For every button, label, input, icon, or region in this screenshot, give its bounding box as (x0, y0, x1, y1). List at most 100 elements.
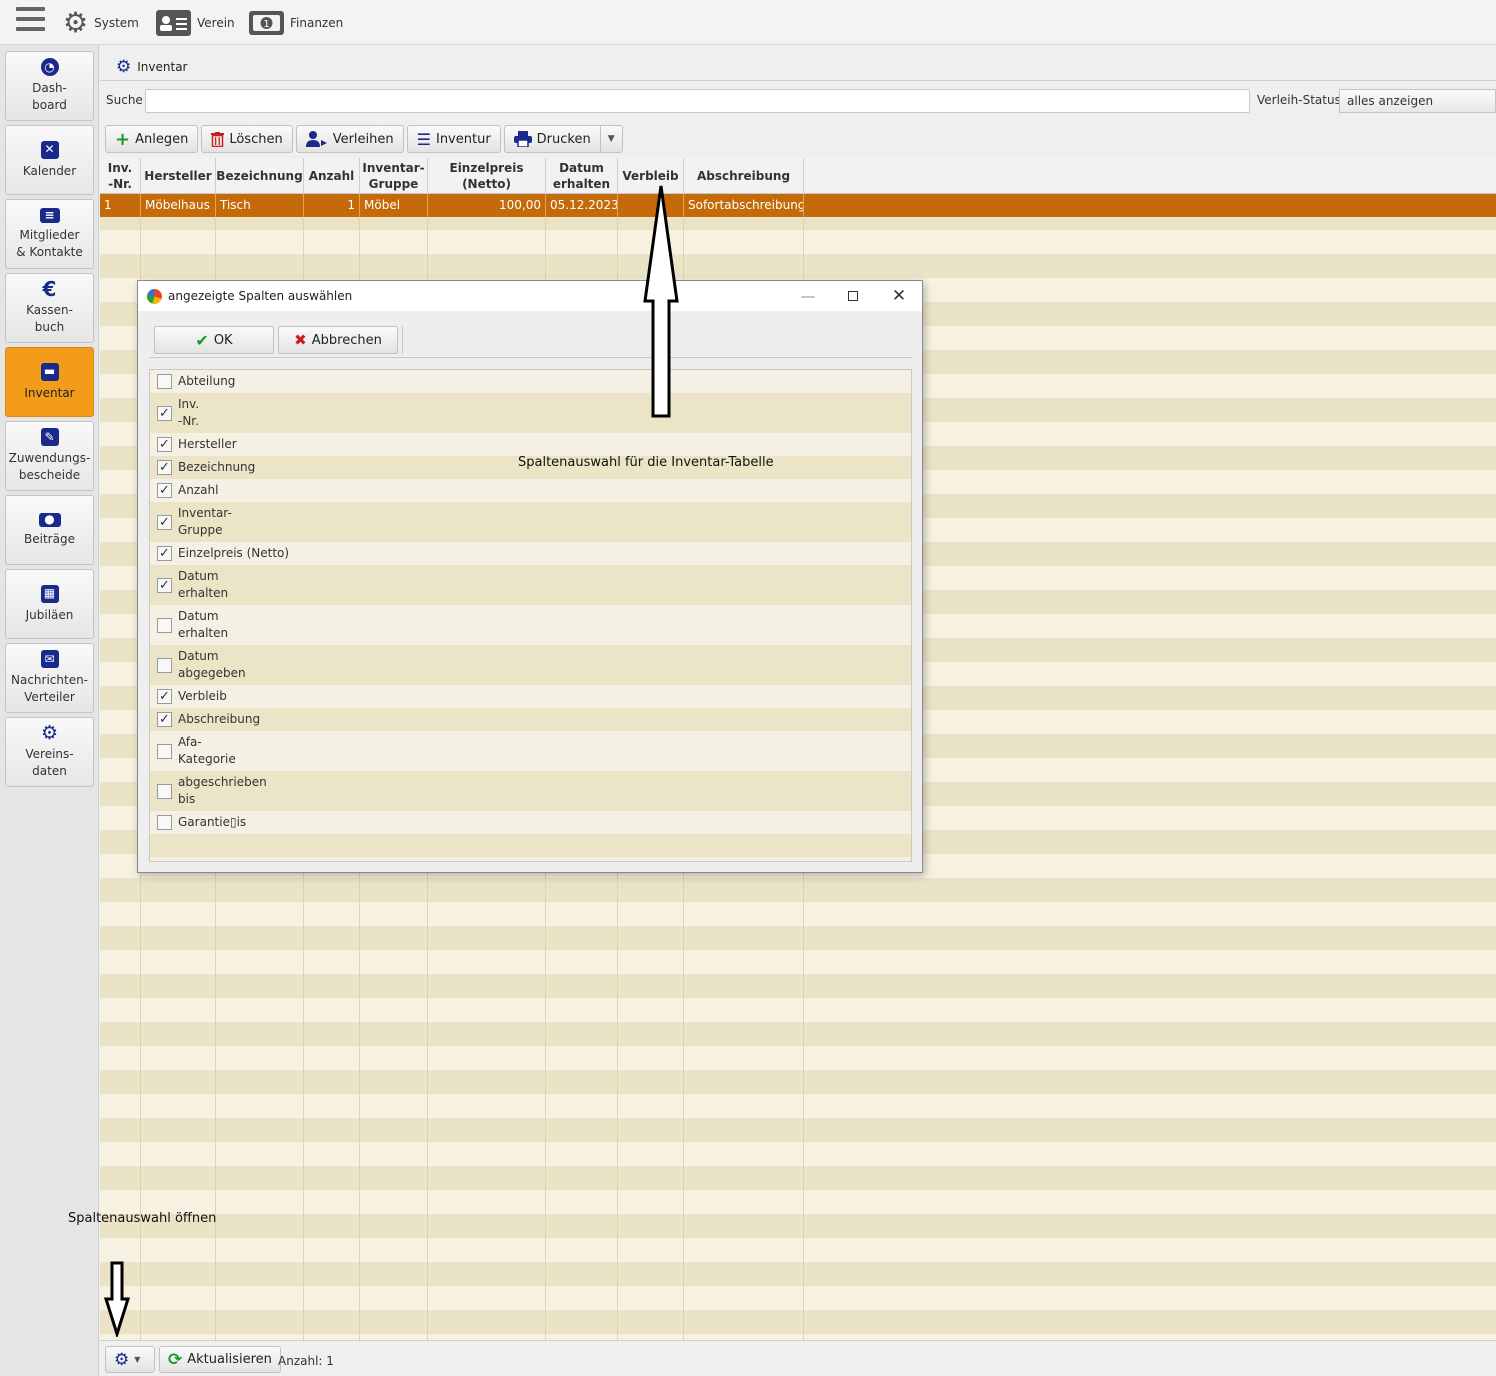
checkbox-checked[interactable]: ✓ (157, 514, 172, 530)
column-settings-button[interactable]: ⚙ ▼ (105, 1346, 155, 1373)
maximize-icon[interactable] (830, 281, 876, 311)
drucken-button[interactable]: Drucken (503, 125, 601, 153)
checkbox-checked[interactable]: ✓ (157, 689, 172, 704)
button-label: Löschen (229, 131, 283, 147)
list-item[interactable]: Datum abgegeben (150, 645, 911, 685)
cell-abschreibung: Sofortabschreibung (684, 194, 804, 217)
table-row[interactable]: 1 Möbelhaus Tisch 1 Möbel 100,00 05.12.2… (100, 194, 1496, 217)
refresh-icon: ⟳ (168, 1349, 183, 1370)
sidebar-item-nachrichten[interactable]: ✉ Nachrichten- Verteiler (5, 643, 94, 713)
inventur-button[interactable]: ☰ Inventur (406, 125, 501, 153)
cell-datum-erhalten: 05.12.2023 (546, 194, 618, 217)
menu-system[interactable]: ⚙ System (63, 7, 139, 39)
checkbox-checked[interactable]: ✓ (157, 577, 172, 593)
button-label: Verleihen (332, 131, 394, 147)
list-item[interactable]: ✓ Datum erhalten (150, 565, 911, 605)
sidebar-item-label: Dash- (32, 81, 67, 95)
tab-inventar[interactable]: ⚙ Inventar (100, 53, 1496, 81)
cell-anzahl: 1 (304, 194, 360, 217)
menu-verein[interactable]: Verein (156, 7, 235, 39)
sidebar-item-inventar[interactable]: ▬ Inventar (5, 347, 94, 417)
button-label: Anlegen (135, 131, 189, 147)
sidebar-item-label: Mitglieder (19, 227, 80, 242)
column-header-inventar-gruppe[interactable]: Inventar- Gruppe (360, 158, 428, 194)
sidebar-item-jubilaeen[interactable]: ▦ Jubiläen (5, 569, 94, 639)
sidebar-item-label: Kassen- (26, 303, 73, 317)
button-label: Abbrechen (311, 332, 382, 348)
app-icon (147, 288, 162, 304)
cell-inventar-gruppe: Möbel (360, 194, 428, 217)
toolbar-separator (402, 326, 403, 354)
cell-bezeichnung: Tisch (216, 194, 304, 217)
annotation-dialog-note: Spaltenauswahl für die Inventar-Tabelle (518, 455, 774, 470)
hamburger-menu-icon[interactable] (16, 7, 45, 35)
list-item[interactable]: ✓ Anzahl (150, 479, 911, 502)
checkbox-unchecked[interactable] (157, 374, 172, 389)
sidebar-item-label: daten (32, 764, 67, 778)
list-item[interactable]: Garantie▯is (150, 811, 911, 834)
drucken-dropdown-button[interactable]: ▼ (600, 125, 623, 153)
menu-finanzen-label: Finanzen (290, 16, 344, 30)
column-header-hersteller[interactable]: Hersteller (141, 158, 216, 194)
sidebar-item-kassenbuch[interactable]: € Kassen- buch (5, 273, 94, 343)
column-header-datum-erhalten[interactable]: Datum erhalten (546, 158, 618, 194)
list-item[interactable]: ✓ Einzelpreis (Netto) (150, 542, 911, 565)
ok-button[interactable]: ✔ OK (154, 326, 274, 354)
column-header-abschreibung[interactable]: Abschreibung (684, 158, 804, 194)
checkbox-checked[interactable]: ✓ (157, 546, 172, 561)
checkbox-checked[interactable]: ✓ (157, 460, 172, 475)
checkbox-checked[interactable]: ✓ (157, 405, 172, 421)
sidebar-item-kalender[interactable]: ✕ Kalender (5, 125, 94, 195)
list-item[interactable]: abgeschrieben bis (150, 771, 911, 811)
column-header-inv-nr[interactable]: Inv. -Nr. (100, 158, 141, 194)
anlegen-button[interactable]: + Anlegen (105, 125, 199, 153)
sidebar-item-vereinsdaten[interactable]: ⚙ Vereins- daten (5, 717, 94, 787)
sidebar-item-label: & Kontakte (16, 244, 83, 259)
annotation-bottom-note: Spaltenauswahl öffnen (68, 1211, 217, 1226)
option-label: Abschreibung (178, 712, 261, 726)
dashboard-icon: ◔ (40, 58, 59, 76)
printer-icon (513, 131, 532, 147)
checkbox-unchecked[interactable] (157, 815, 172, 830)
list-item[interactable]: Afa- Kategorie (150, 731, 911, 771)
checkbox-checked[interactable]: ✓ (157, 712, 172, 727)
checkbox-unchecked[interactable] (157, 743, 172, 759)
annotation-arrow-down (104, 1261, 130, 1337)
sidebar-item-dashboard[interactable]: ◔ Dash- board (5, 51, 94, 121)
column-header-einzelpreis[interactable]: Einzelpreis (Netto) (428, 158, 546, 194)
checkbox-unchecked[interactable] (157, 657, 172, 673)
checkbox-checked[interactable]: ✓ (157, 437, 172, 452)
verleihen-button[interactable]: Verleihen (295, 125, 404, 153)
abbrechen-button[interactable]: ✖ Abbrechen (278, 326, 398, 354)
loeschen-button[interactable]: Löschen (201, 125, 293, 153)
sidebar-item-label: Verteiler (24, 690, 75, 704)
list-item[interactable]: ✓ Hersteller (150, 433, 911, 456)
checkbox-unchecked[interactable] (157, 783, 172, 799)
option-label: abgeschrieben bis (178, 775, 267, 806)
sidebar-item-label: Nachrichten- (10, 673, 89, 687)
checkbox-checked[interactable]: ✓ (157, 483, 172, 498)
column-header-anzahl[interactable]: Anzahl (304, 158, 360, 194)
aktualisieren-button[interactable]: ⟳ Aktualisieren (159, 1346, 281, 1373)
sidebar-item-mitglieder[interactable]: ≡ Mitglieder & Kontakte (5, 199, 94, 269)
option-label: Inventar- Gruppe (178, 506, 232, 537)
sidebar-item-label: board (32, 98, 67, 112)
search-input[interactable] (145, 89, 1250, 113)
sidebar-item-zuwendungsbescheide[interactable]: ✎ Zuwendungs- bescheide (5, 421, 94, 491)
list-item[interactable]: ✓ Inv. -Nr. (150, 393, 911, 433)
menu-finanzen[interactable]: 1 Finanzen (249, 7, 343, 39)
close-icon[interactable]: ✕ (876, 281, 922, 311)
list-item[interactable]: ✓ Abschreibung (150, 708, 911, 731)
column-header-bezeichnung[interactable]: Bezeichnung (216, 158, 304, 194)
drucken-split-button: Drucken ▼ (503, 125, 623, 153)
minimize-icon[interactable]: — (785, 281, 831, 311)
checkbox-unchecked[interactable] (157, 617, 172, 633)
sidebar-item-label: Zuwendungs- (8, 451, 91, 465)
list-item[interactable]: ✓ Verbleib (150, 685, 911, 708)
list-item[interactable]: Abteilung (150, 370, 911, 393)
sidebar-item-beitraege[interactable]: ● Beiträge (5, 495, 94, 565)
list-item[interactable]: ✓ Inventar- Gruppe (150, 502, 911, 542)
status-select[interactable]: alles anzeigen (1339, 89, 1496, 113)
list-item[interactable]: Datum erhalten (150, 605, 911, 645)
list-item-empty (150, 834, 911, 857)
